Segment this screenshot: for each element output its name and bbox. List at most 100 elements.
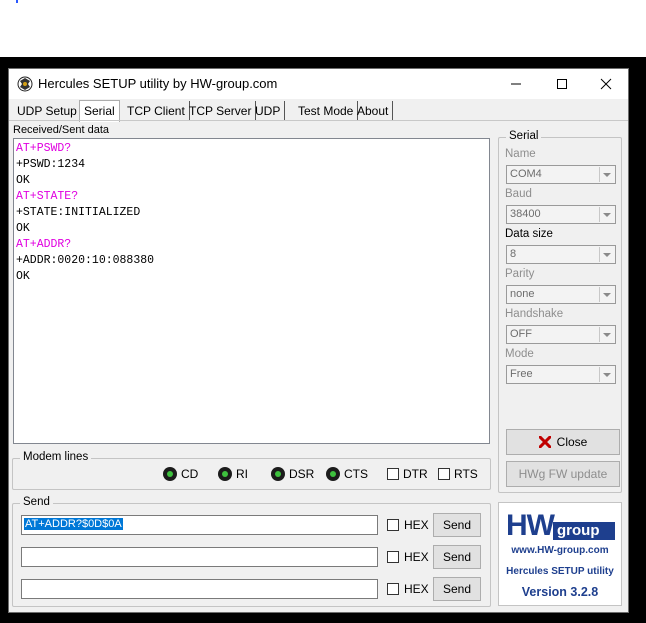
- minimize-button[interactable]: [493, 69, 539, 99]
- dtr-label: DTR: [403, 467, 428, 481]
- mode-label: Mode: [505, 348, 534, 360]
- handshake-select[interactable]: OFF: [506, 325, 616, 344]
- close-icon: [600, 78, 612, 90]
- app-window: Hercules SETUP utility by HW-group.com U…: [8, 68, 629, 613]
- dsr-led-icon: [271, 467, 285, 481]
- parity-select[interactable]: none: [506, 285, 616, 304]
- hex-label: HEX: [404, 550, 429, 564]
- rts-label: RTS: [454, 467, 478, 481]
- port-name-select[interactable]: COM4: [506, 165, 616, 184]
- hex-check-icon[interactable]: [387, 551, 399, 563]
- tab-udp[interactable]: UDP: [251, 101, 286, 121]
- tab-tcp-server[interactable]: TCP Server: [185, 101, 257, 121]
- cd-indicator: CD: [163, 467, 198, 481]
- hwg-fw-update-button[interactable]: HWg FW update: [506, 461, 620, 487]
- hex-checkbox-3[interactable]: HEX: [387, 582, 429, 596]
- chevron-down-icon: [599, 287, 614, 302]
- hex-checkbox-1[interactable]: HEX: [387, 518, 429, 532]
- dtr-checkbox[interactable]: DTR: [387, 467, 428, 481]
- product-name: Hercules SETUP utility: [506, 566, 614, 577]
- rx-line: +ADDR:0020:10:088380: [16, 254, 155, 267]
- hw-group-url: www.HW-group.com: [511, 545, 609, 556]
- rts-check-icon[interactable]: [438, 468, 450, 480]
- window-title: Hercules SETUP utility by HW-group.com: [38, 76, 278, 91]
- name-label: Name: [505, 148, 536, 160]
- chevron-down-icon: [599, 367, 614, 382]
- tab-divider: [9, 120, 628, 121]
- send-group: Send AT+ADDR?$0D$0A HEX Send HEX Send HE…: [12, 496, 491, 607]
- received-data-textarea[interactable]: AT+PSWD? +PSWD:1234 OK AT+STATE? +STATE:…: [13, 138, 490, 444]
- red-x-icon: [538, 436, 551, 448]
- close-port-button[interactable]: Close: [506, 429, 620, 455]
- baud-label: Baud: [505, 188, 532, 200]
- rts-checkbox[interactable]: RTS: [438, 467, 478, 481]
- mode-value: Free: [510, 368, 533, 380]
- dsr-label: DSR: [289, 467, 315, 481]
- serial-title: Serial: [506, 130, 542, 142]
- rx-line: OK: [16, 174, 30, 187]
- hex-check-icon[interactable]: [387, 583, 399, 595]
- maximize-button[interactable]: [539, 69, 585, 99]
- send-input-3[interactable]: [21, 579, 378, 599]
- ri-led-icon: [218, 467, 232, 481]
- rx-line: +PSWD:1234: [16, 158, 86, 171]
- send-button-2[interactable]: Send: [433, 545, 481, 569]
- send-button-3[interactable]: Send: [433, 577, 481, 601]
- send-button-1[interactable]: Send: [433, 513, 481, 537]
- received-sent-label: Received/Sent data: [13, 124, 110, 136]
- dsr-indicator: DSR: [271, 467, 314, 481]
- version-label: Version 3.2.8: [521, 585, 599, 599]
- tab-udp-setup[interactable]: UDP Setup: [13, 101, 82, 121]
- chevron-down-icon: [599, 167, 614, 182]
- top-marker: [16, 0, 18, 3]
- ri-label: RI: [236, 467, 248, 481]
- hex-label: HEX: [404, 582, 429, 596]
- rx-line: OK: [16, 222, 30, 235]
- window-close-button[interactable]: [583, 69, 629, 99]
- tab-serial[interactable]: Serial: [79, 100, 120, 122]
- chevron-down-icon: [599, 247, 614, 262]
- cts-indicator: CTS: [326, 467, 368, 481]
- parity-value: none: [510, 288, 535, 300]
- close-port-label: Close: [556, 435, 588, 449]
- send-title: Send: [20, 496, 53, 508]
- baud-select[interactable]: 38400: [506, 205, 616, 224]
- mode-select[interactable]: Free: [506, 365, 616, 384]
- hex-label: HEX: [404, 518, 429, 532]
- maximize-icon: [557, 79, 567, 89]
- hex-check-icon[interactable]: [387, 519, 399, 531]
- data-size-value: 8: [510, 248, 517, 260]
- parity-label: Parity: [505, 268, 535, 280]
- tab-tcp-client[interactable]: TCP Client: [123, 101, 190, 121]
- data-size-select[interactable]: 8: [506, 245, 616, 264]
- handshake-label: Handshake: [505, 308, 564, 320]
- modem-lines-title: Modem lines: [20, 451, 92, 463]
- hercules-app-icon: [17, 76, 33, 92]
- cd-led-icon: [163, 467, 177, 481]
- rx-line: AT+PSWD?: [16, 142, 72, 155]
- data-size-label: Data size: [505, 228, 553, 240]
- hex-checkbox-2[interactable]: HEX: [387, 550, 429, 564]
- tab-strip: UDP Setup Serial TCP Client TCP Server U…: [11, 100, 627, 122]
- dtr-check-icon[interactable]: [387, 468, 399, 480]
- send-input-1-value: AT+ADDR?$0D$0A: [24, 518, 123, 530]
- rx-line: AT+STATE?: [16, 190, 79, 203]
- port-name-value: COM4: [510, 168, 542, 180]
- chevron-down-icon: [599, 207, 614, 222]
- cts-label: CTS: [344, 467, 368, 481]
- rx-line: AT+ADDR?: [16, 238, 72, 251]
- handshake-value: OFF: [510, 328, 532, 340]
- send-input-2[interactable]: [21, 547, 378, 567]
- modem-lines-group: Modem lines CD RI DSR CTS DTR RTS: [12, 451, 491, 490]
- hw-group-logo: HW group www.HW-group.com Hercules SETUP…: [498, 502, 622, 606]
- tab-about[interactable]: About: [353, 101, 394, 121]
- rx-line: +STATE:INITIALIZED: [16, 206, 141, 219]
- tab-test-mode[interactable]: Test Mode: [294, 101, 359, 121]
- minimize-icon: [511, 83, 521, 85]
- cts-led-icon: [326, 467, 340, 481]
- ri-indicator: RI: [218, 467, 248, 481]
- chevron-down-icon: [599, 327, 614, 342]
- baud-value: 38400: [510, 208, 541, 220]
- hw-logo-letters: HW: [506, 509, 555, 542]
- send-input-1[interactable]: AT+ADDR?$0D$0A: [21, 515, 378, 535]
